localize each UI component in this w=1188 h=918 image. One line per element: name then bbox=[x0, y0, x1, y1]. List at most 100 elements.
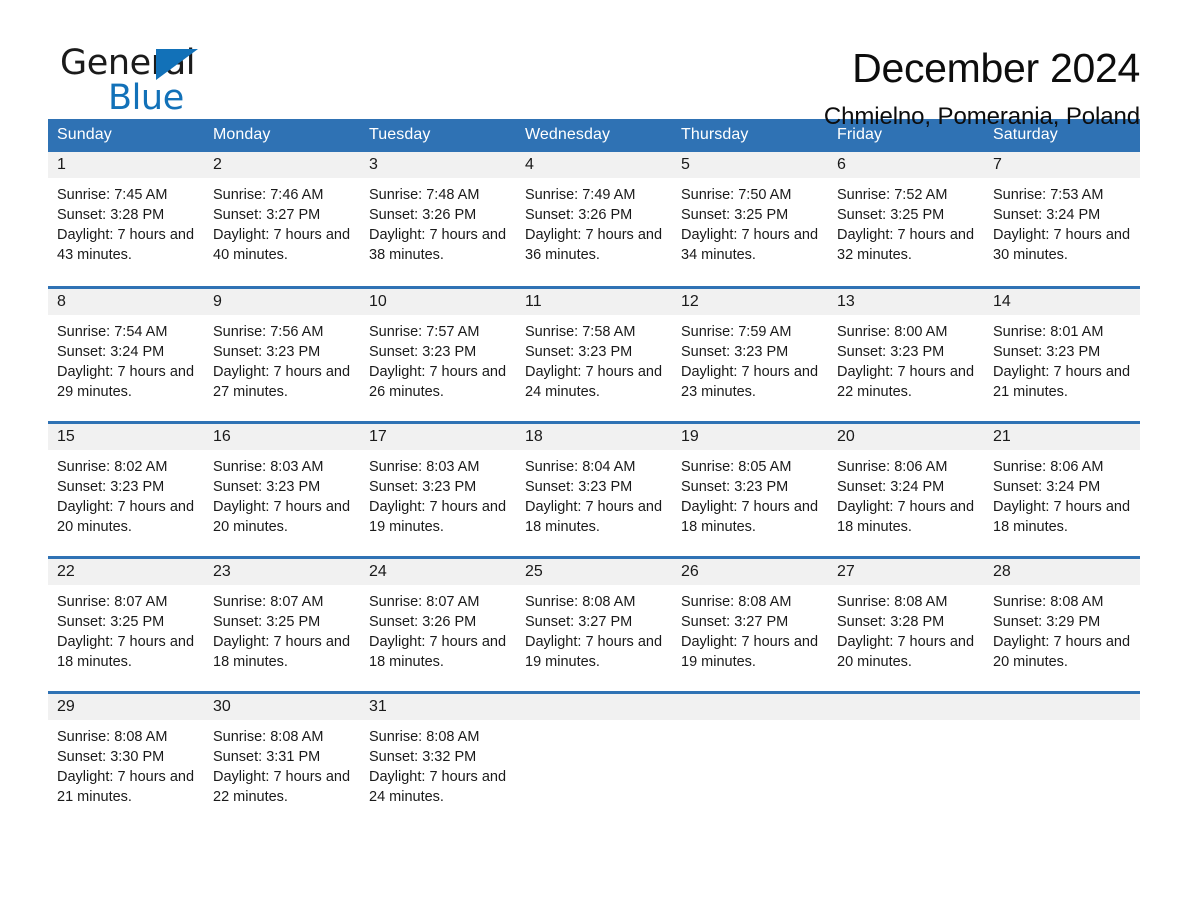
day-number: 23 bbox=[204, 558, 360, 585]
day-number: 22 bbox=[48, 558, 204, 585]
calendar-day-cell[interactable]: 30 Sunrise: 8:08 AM Sunset: 3:31 PM Dayligh… bbox=[204, 692, 360, 827]
daylight-text: Daylight: 7 hours and 18 minutes. bbox=[993, 498, 1131, 535]
calendar-day-cell[interactable]: 22 Sunrise: 8:07 AM Sunset: 3:25 PM Dayligh… bbox=[48, 557, 204, 692]
calendar-day-cell[interactable]: 20 Sunrise: 8:06 AM Sunset: 3:24 PM Dayligh… bbox=[828, 422, 984, 557]
calendar-day-cell[interactable]: 5 Sunrise: 7:50 AM Sunset: 3:25 PM Daylight… bbox=[672, 152, 828, 287]
day-details: Sunrise: 8:08 AM Sunset: 3:30 PM Daylight:… bbox=[48, 720, 204, 807]
day-number: 8 bbox=[48, 288, 204, 315]
page-title: December 2024 bbox=[852, 45, 1140, 91]
calendar-day-cell[interactable]: 3 Sunrise: 7:48 AM Sunset: 3:26 PM Daylight… bbox=[360, 152, 516, 287]
daylight-text: Daylight: 7 hours and 43 minutes. bbox=[57, 227, 195, 263]
calendar-day-cell[interactable]: 11 Sunrise: 7:58 AM Sunset: 3:23 PM Dayligh… bbox=[516, 287, 672, 422]
day-details: Sunrise: 8:00 AM Sunset: 3:23 PM Daylight:… bbox=[828, 315, 984, 402]
sunset-text: Sunset: 3:27 PM bbox=[525, 613, 633, 630]
calendar-day-cell[interactable]: 8 Sunrise: 7:54 AM Sunset: 3:24 PM Daylight… bbox=[48, 287, 204, 422]
day-number: 15 bbox=[48, 423, 204, 450]
sunrise-text: Sunrise: 8:03 AM bbox=[369, 458, 480, 475]
day-details: Sunrise: 8:07 AM Sunset: 3:26 PM Daylight:… bbox=[360, 585, 516, 672]
calendar-day-cell[interactable]: 2 Sunrise: 7:46 AM Sunset: 3:27 PM Daylight… bbox=[204, 152, 360, 287]
sunset-text: Sunset: 3:27 PM bbox=[681, 613, 789, 630]
day-details: Sunrise: 8:08 AM Sunset: 3:29 PM Daylight:… bbox=[984, 585, 1140, 672]
triangle-icon bbox=[156, 49, 198, 80]
calendar-day-cell[interactable]: 6 Sunrise: 7:52 AM Sunset: 3:25 PM Daylight… bbox=[828, 152, 984, 287]
day-details: Sunrise: 8:02 AM Sunset: 3:23 PM Daylight:… bbox=[48, 450, 204, 537]
sunrise-sunset-calendar-table: Sunday Monday Tuesday Wednesday Thursday… bbox=[48, 119, 1140, 827]
day-number: 12 bbox=[672, 288, 828, 315]
daylight-text: Daylight: 7 hours and 20 minutes. bbox=[993, 633, 1131, 670]
daylight-text: Daylight: 7 hours and 29 minutes. bbox=[57, 363, 195, 400]
calendar-day-cell[interactable]: 13 Sunrise: 8:00 AM Sunset: 3:23 PM Dayligh… bbox=[828, 287, 984, 422]
general-blue-logo[interactable]: General Blue bbox=[48, 44, 278, 130]
day-number: 16 bbox=[204, 423, 360, 450]
calendar-day-cell[interactable]: 7 Sunrise: 7:53 AM Sunset: 3:24 PM Daylight… bbox=[984, 152, 1140, 287]
day-number bbox=[828, 693, 984, 720]
calendar-day-cell[interactable]: 27 Sunrise: 8:08 AM Sunset: 3:28 PM Dayligh… bbox=[828, 557, 984, 692]
daylight-text: Daylight: 7 hours and 21 minutes. bbox=[993, 363, 1131, 400]
calendar-week-row: 15 Sunrise: 8:02 AM Sunset: 3:23 PM Dayligh… bbox=[48, 422, 1140, 557]
sunrise-text: Sunrise: 8:01 AM bbox=[993, 323, 1104, 340]
daylight-text: Daylight: 7 hours and 21 minutes. bbox=[57, 768, 195, 805]
calendar-day-cell[interactable]: 23 Sunrise: 8:07 AM Sunset: 3:25 PM Dayligh… bbox=[204, 557, 360, 692]
daylight-text: Daylight: 7 hours and 22 minutes. bbox=[213, 768, 351, 805]
day-details: Sunrise: 7:46 AM Sunset: 3:27 PM Daylight:… bbox=[204, 178, 360, 265]
calendar-day-cell[interactable]: 16 Sunrise: 8:03 AM Sunset: 3:23 PM Dayligh… bbox=[204, 422, 360, 557]
day-number: 5 bbox=[672, 152, 828, 178]
daylight-text: Daylight: 7 hours and 22 minutes. bbox=[837, 363, 975, 400]
calendar-day-cell[interactable]: 31 Sunrise: 8:08 AM Sunset: 3:32 PM Dayligh… bbox=[360, 692, 516, 827]
sunset-text: Sunset: 3:26 PM bbox=[369, 207, 477, 223]
sunrise-text: Sunrise: 8:05 AM bbox=[681, 458, 792, 475]
sunset-text: Sunset: 3:29 PM bbox=[993, 613, 1101, 630]
calendar-day-cell[interactable]: 28 Sunrise: 8:08 AM Sunset: 3:29 PM Dayligh… bbox=[984, 557, 1140, 692]
calendar-day-cell[interactable]: 18 Sunrise: 8:04 AM Sunset: 3:23 PM Dayligh… bbox=[516, 422, 672, 557]
day-number: 14 bbox=[984, 288, 1140, 315]
day-number bbox=[516, 693, 672, 720]
day-number: 3 bbox=[360, 152, 516, 178]
sunset-text: Sunset: 3:32 PM bbox=[369, 748, 477, 765]
day-number: 28 bbox=[984, 558, 1140, 585]
sunrise-text: Sunrise: 7:56 AM bbox=[213, 323, 324, 340]
day-details: Sunrise: 7:45 AM Sunset: 3:28 PM Daylight:… bbox=[48, 178, 204, 265]
calendar-day-cell[interactable]: 21 Sunrise: 8:06 AM Sunset: 3:24 PM Dayligh… bbox=[984, 422, 1140, 557]
day-number: 25 bbox=[516, 558, 672, 585]
sunrise-text: Sunrise: 8:06 AM bbox=[993, 458, 1104, 475]
calendar-day-cell[interactable]: 15 Sunrise: 8:02 AM Sunset: 3:23 PM Dayligh… bbox=[48, 422, 204, 557]
calendar-day-cell[interactable]: 14 Sunrise: 8:01 AM Sunset: 3:23 PM Dayligh… bbox=[984, 287, 1140, 422]
calendar-day-cell[interactable]: 1 Sunrise: 7:45 AM Sunset: 3:28 PM Daylight… bbox=[48, 152, 204, 287]
daylight-text: Daylight: 7 hours and 23 minutes. bbox=[681, 363, 819, 400]
calendar-day-cell[interactable]: 29 Sunrise: 8:08 AM Sunset: 3:30 PM Dayligh… bbox=[48, 692, 204, 827]
sunrise-text: Sunrise: 8:02 AM bbox=[57, 458, 168, 475]
calendar-day-cell[interactable]: 9 Sunrise: 7:56 AM Sunset: 3:23 PM Daylight… bbox=[204, 287, 360, 422]
daylight-text: Daylight: 7 hours and 26 minutes. bbox=[369, 363, 507, 400]
calendar-day-cell[interactable]: 19 Sunrise: 8:05 AM Sunset: 3:23 PM Dayligh… bbox=[672, 422, 828, 557]
sunrise-text: Sunrise: 8:08 AM bbox=[525, 593, 636, 610]
calendar-day-cell[interactable]: 25 Sunrise: 8:08 AM Sunset: 3:27 PM Dayligh… bbox=[516, 557, 672, 692]
day-details: Sunrise: 7:56 AM Sunset: 3:23 PM Daylight:… bbox=[204, 315, 360, 402]
sunset-text: Sunset: 3:25 PM bbox=[681, 207, 789, 223]
sunset-text: Sunset: 3:26 PM bbox=[369, 613, 477, 630]
sunset-text: Sunset: 3:23 PM bbox=[681, 478, 789, 495]
daylight-text: Daylight: 7 hours and 20 minutes. bbox=[213, 498, 351, 535]
day-number bbox=[672, 693, 828, 720]
sunrise-text: Sunrise: 8:08 AM bbox=[213, 728, 324, 745]
daylight-text: Daylight: 7 hours and 19 minutes. bbox=[525, 633, 663, 670]
sunset-text: Sunset: 3:24 PM bbox=[837, 478, 945, 495]
day-number: 4 bbox=[516, 152, 672, 178]
calendar-day-cell[interactable]: 26 Sunrise: 8:08 AM Sunset: 3:27 PM Dayligh… bbox=[672, 557, 828, 692]
day-details: Sunrise: 8:04 AM Sunset: 3:23 PM Daylight:… bbox=[516, 450, 672, 537]
day-details: Sunrise: 7:59 AM Sunset: 3:23 PM Daylight:… bbox=[672, 315, 828, 402]
sunrise-text: Sunrise: 7:49 AM bbox=[525, 187, 636, 203]
calendar-day-cell[interactable]: 17 Sunrise: 8:03 AM Sunset: 3:23 PM Dayligh… bbox=[360, 422, 516, 557]
day-details: Sunrise: 8:07 AM Sunset: 3:25 PM Daylight:… bbox=[204, 585, 360, 672]
daylight-text: Daylight: 7 hours and 18 minutes. bbox=[369, 633, 507, 670]
calendar-day-cell[interactable]: 12 Sunrise: 7:59 AM Sunset: 3:23 PM Dayligh… bbox=[672, 287, 828, 422]
sunrise-text: Sunrise: 8:06 AM bbox=[837, 458, 948, 475]
daylight-text: Daylight: 7 hours and 40 minutes. bbox=[213, 227, 351, 263]
daylight-text: Daylight: 7 hours and 36 minutes. bbox=[525, 227, 663, 263]
calendar-day-cell[interactable]: 4 Sunrise: 7:49 AM Sunset: 3:26 PM Daylight… bbox=[516, 152, 672, 287]
calendar-day-cell[interactable]: 10 Sunrise: 7:57 AM Sunset: 3:23 PM Dayligh… bbox=[360, 287, 516, 422]
sunset-text: Sunset: 3:23 PM bbox=[993, 343, 1101, 360]
sunset-text: Sunset: 3:27 PM bbox=[213, 207, 321, 223]
calendar-day-cell[interactable]: 24 Sunrise: 8:07 AM Sunset: 3:26 PM Dayligh… bbox=[360, 557, 516, 692]
daylight-text: Daylight: 7 hours and 30 minutes. bbox=[993, 227, 1131, 263]
sunrise-text: Sunrise: 7:46 AM bbox=[213, 187, 324, 203]
